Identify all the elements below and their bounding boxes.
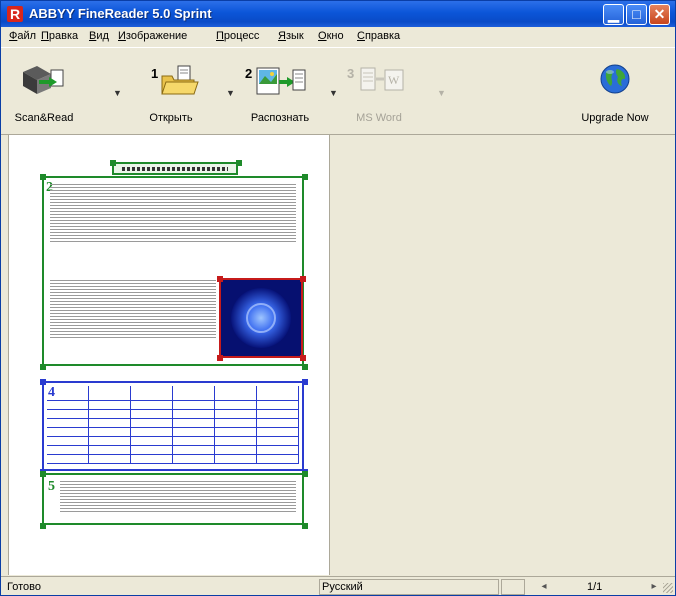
menu-view[interactable]: Вид (89, 30, 109, 42)
text-block-2[interactable]: 5 (42, 473, 304, 525)
close-button[interactable]: ✕ (649, 4, 670, 25)
toolbar: Scan&Read ▼ 1 Открыть ▼ 2 Распознать ▼ 3… (1, 47, 675, 135)
block-handle[interactable] (40, 471, 46, 477)
menu-process[interactable]: Процесс (216, 30, 259, 42)
previous-page-icon[interactable]: ◂ (537, 580, 551, 594)
maximize-icon: □ (632, 6, 641, 22)
scan-read-button[interactable]: Scan&Read (9, 56, 79, 128)
close-icon: ✕ (653, 6, 666, 22)
block-handle[interactable] (40, 364, 46, 370)
block-number: 5 (48, 479, 55, 494)
maximize-button[interactable]: □ (626, 4, 647, 25)
text-block-2-lines (60, 479, 296, 514)
menu-window[interactable]: Окно (318, 30, 344, 42)
page-counter: 1/1 (587, 581, 603, 593)
open-dropdown-icon[interactable]: ▼ (226, 88, 235, 98)
block-handle[interactable] (40, 174, 46, 180)
block-handle[interactable] (300, 355, 306, 361)
window-title: ABBYY FineReader 5.0 Sprint (29, 6, 212, 21)
scan-read-dropdown-icon[interactable]: ▼ (113, 88, 122, 98)
recognize-icon (256, 67, 306, 95)
recognize-button[interactable]: Распознать (239, 56, 321, 128)
image-pane-border (1, 135, 9, 575)
recognize-dropdown-icon[interactable]: ▼ (329, 88, 338, 98)
msword-dropdown-icon[interactable]: ▼ (437, 88, 446, 98)
text-pane[interactable] (330, 135, 675, 575)
msword-label: MS Word (356, 112, 402, 124)
resize-grip-icon[interactable] (663, 583, 673, 593)
block-handle[interactable] (302, 379, 308, 385)
menu-edit[interactable]: Правка (41, 30, 78, 42)
msword-button[interactable]: W MS Word (341, 56, 417, 128)
heading-text-block[interactable] (112, 162, 238, 175)
picture-block[interactable] (219, 278, 303, 358)
text-block-1-lines (50, 182, 296, 244)
block-handle[interactable] (217, 355, 223, 361)
scanner-icon (23, 66, 64, 94)
block-handle[interactable] (302, 174, 308, 180)
text-block-1-lines-lower (50, 278, 216, 340)
heading-text-lines (122, 167, 228, 171)
menu-image[interactable]: Изображение (118, 30, 187, 42)
next-page-icon[interactable]: ▸ (647, 580, 661, 594)
msword-icon: W (360, 67, 404, 91)
globe-icon (600, 64, 630, 94)
svg-text:W: W (388, 73, 400, 87)
status-empty-panel (501, 579, 525, 595)
status-text: Готово (7, 581, 41, 593)
block-handle[interactable] (217, 276, 223, 282)
block-handle[interactable] (110, 160, 116, 166)
table-grid (47, 386, 299, 466)
picture-content (221, 280, 301, 356)
menu-language[interactable]: Язык (278, 30, 304, 42)
folder-open-icon (161, 65, 199, 95)
scan-read-label: Scan&Read (14, 112, 74, 124)
status-bar: Готово Русский ◂ 1/1 ▸ (1, 576, 675, 595)
block-handle[interactable] (236, 160, 242, 166)
menu-bar: Файл Правка Вид Изображение Процесс Язык… (1, 27, 675, 47)
language-panel: Русский (319, 579, 499, 595)
open-button[interactable]: Открыть (136, 56, 206, 128)
block-handle[interactable] (300, 276, 306, 282)
block-handle[interactable] (302, 364, 308, 370)
menu-help[interactable]: Справка (357, 30, 400, 42)
block-handle[interactable] (302, 523, 308, 529)
block-handle[interactable] (302, 471, 308, 477)
table-block[interactable]: 4 (42, 381, 304, 471)
menu-file[interactable]: Файл (9, 30, 36, 42)
title-bar[interactable]: R ABBYY FineReader 5.0 Sprint ▁ □ ✕ (1, 1, 675, 27)
app-logo-icon[interactable]: R (7, 6, 23, 22)
open-label: Открыть (149, 112, 193, 124)
language-text: Русский (322, 581, 363, 593)
upgrade-now-label: Upgrade Now (581, 112, 649, 124)
upgrade-now-button[interactable]: Upgrade Now (571, 56, 659, 128)
block-handle[interactable] (40, 379, 46, 385)
recognize-label: Распознать (250, 112, 310, 124)
minimize-icon: ▁ (608, 6, 619, 22)
block-handle[interactable] (40, 523, 46, 529)
app-window: R ABBYY FineReader 5.0 Sprint ▁ □ ✕ Файл… (0, 0, 676, 596)
minimize-button[interactable]: ▁ (603, 4, 624, 25)
image-pane[interactable]: 2 (9, 135, 330, 575)
